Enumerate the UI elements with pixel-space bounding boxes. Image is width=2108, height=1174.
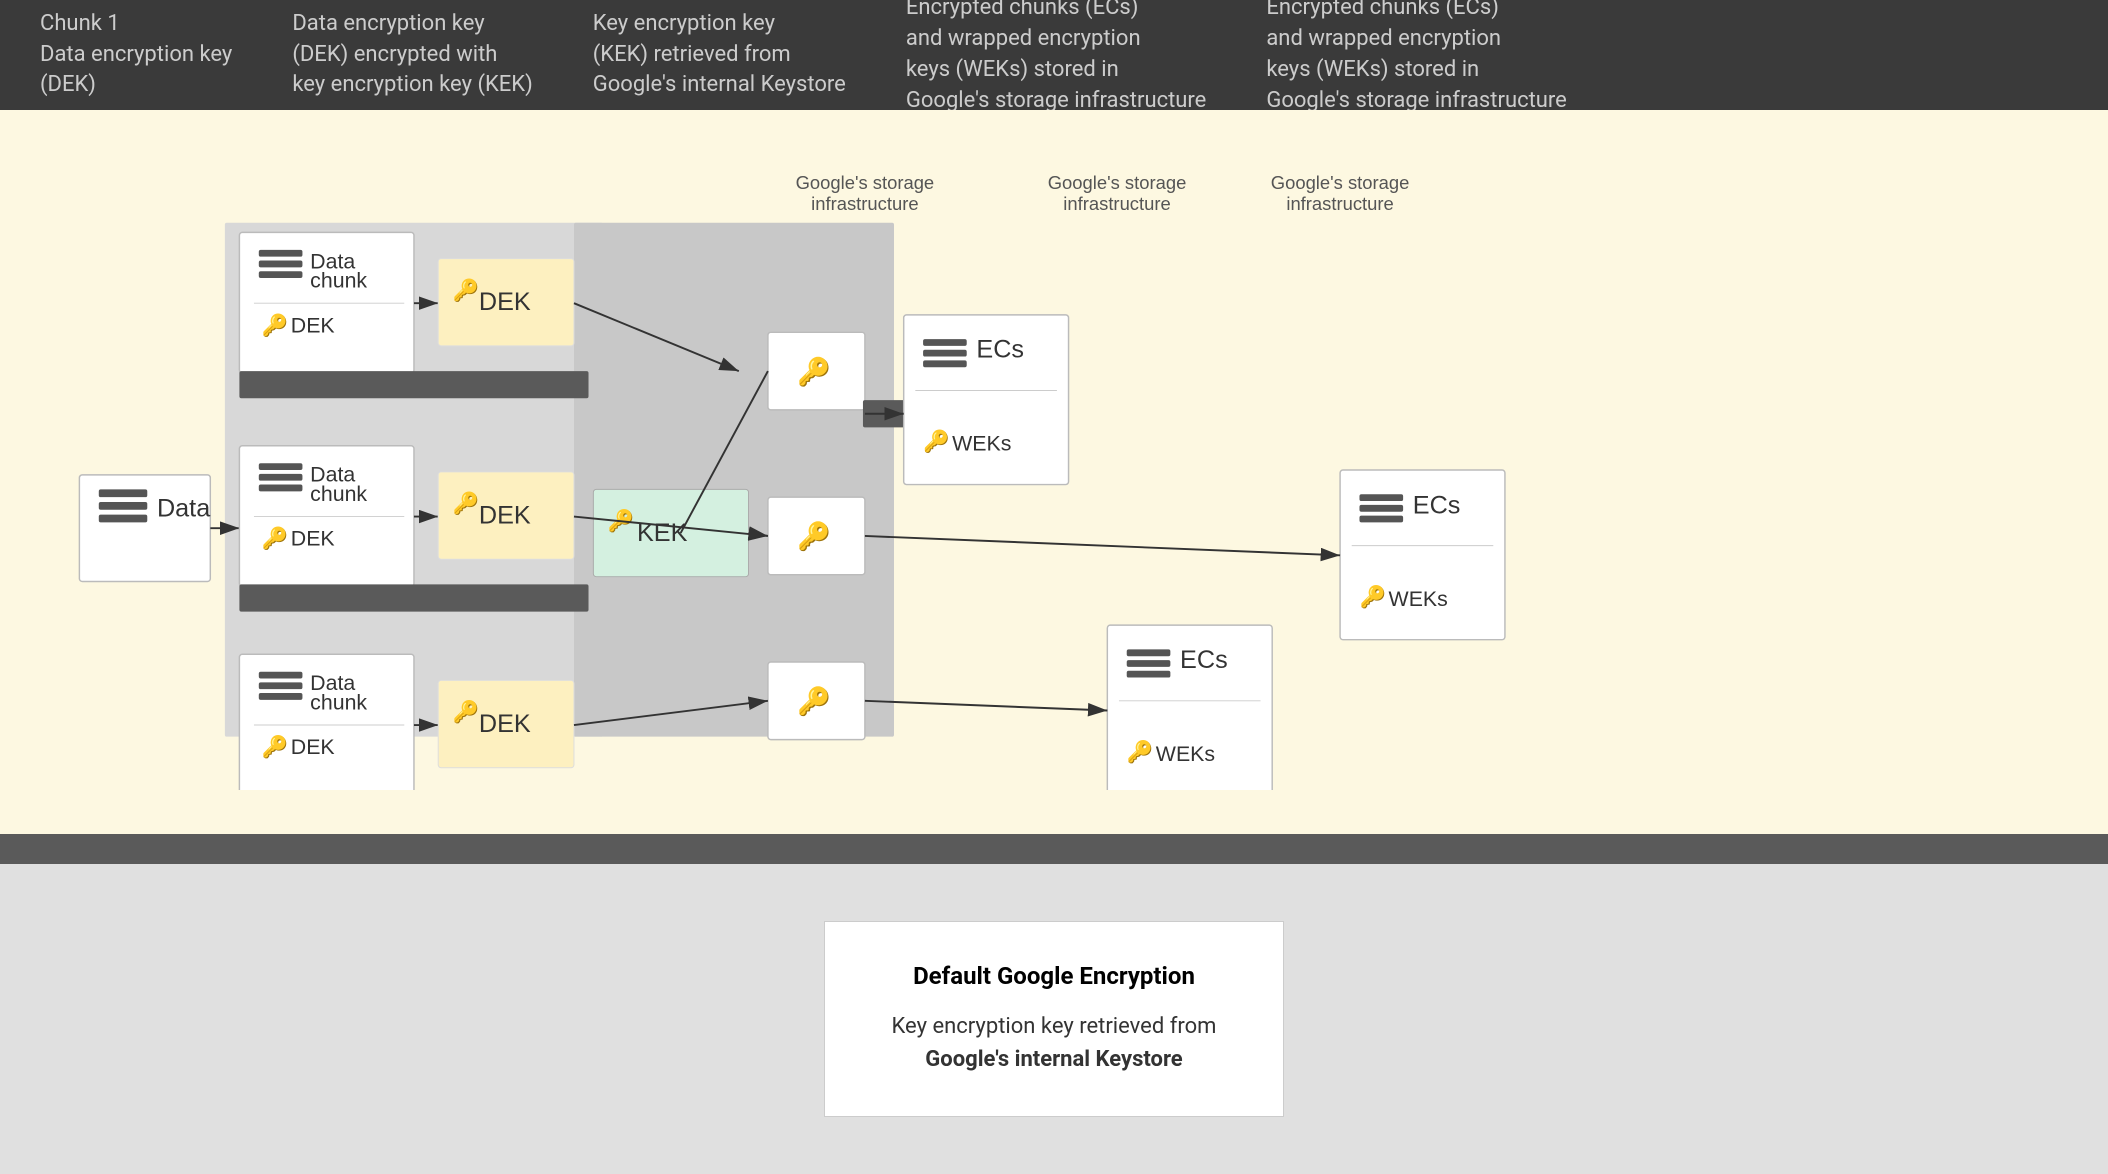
chunk2-icon-1	[259, 463, 303, 470]
weks2-label: WEKs	[1389, 587, 1448, 611]
arrow-key3-to-ecs3	[865, 701, 1107, 711]
arrow-key2-to-ecs2	[865, 536, 1340, 555]
ecs1-label: ECs	[976, 336, 1024, 364]
ecs3-icon-3	[1127, 671, 1171, 678]
chunk1-dek-label: DEK	[291, 313, 335, 337]
ecs2-icon-1	[1359, 494, 1403, 501]
chunk3-icon-1	[259, 672, 303, 679]
bar2	[239, 584, 588, 611]
gsi-label-2b: infrastructure	[1063, 193, 1170, 214]
chunk3-label2: chunk	[310, 691, 367, 715]
ecs1-icon-2	[923, 350, 967, 357]
chunk2-key-icon: 🔑	[262, 526, 289, 552]
data-label: Data	[157, 495, 211, 523]
chunk1-icon-1	[259, 250, 303, 257]
dek3-key-icon: 🔑	[453, 699, 480, 725]
chunk3-icon-2	[259, 682, 303, 689]
dek2-key-icon: 🔑	[453, 491, 480, 517]
chunk3-dek-label: DEK	[291, 735, 335, 759]
weks1-key-icon: 🔑	[923, 429, 950, 455]
chunk2-icon-2	[259, 474, 303, 481]
chunk1-icon-3	[259, 271, 303, 278]
data-icon-1	[99, 489, 147, 497]
gsi-label-3: Google's storage	[1271, 172, 1410, 193]
topbar-section-4: Encrypted chunks (ECs)and wrapped encryp…	[906, 0, 1206, 117]
gsi-label-2: Google's storage	[1048, 172, 1187, 193]
weks3-label: WEKs	[1156, 742, 1215, 766]
chunk2-dek-label: DEK	[291, 527, 335, 551]
kek-bg	[574, 223, 894, 737]
ecs1-icon-3	[923, 360, 967, 367]
ecs2-icon-3	[1359, 516, 1403, 523]
gsi-label-1: Google's storage	[796, 172, 935, 193]
enc-key-icon-3: 🔑	[797, 684, 831, 717]
top-bar: Chunk 1Data encryption key(DEK) Data enc…	[0, 0, 2108, 110]
chunk1-label2: chunk	[310, 269, 367, 293]
legend-box: Default Google Encryption Key encryption…	[824, 921, 1284, 1117]
enc-key-icon-2: 🔑	[797, 520, 831, 553]
chunk3-key-icon: 🔑	[262, 734, 289, 760]
topbar-section-5: Encrypted chunks (ECs)and wrapped encryp…	[1266, 0, 1566, 117]
ecs2-icon-2	[1359, 505, 1403, 512]
ecs3-label: ECs	[1180, 646, 1228, 674]
bottom-bar	[0, 834, 2108, 864]
chunk3-icon-3	[259, 693, 303, 700]
topbar-section-3: Key encryption key(KEK) retrieved fromGo…	[593, 9, 846, 101]
ecs3-icon-1	[1127, 649, 1171, 656]
chunk1-key-icon: 🔑	[262, 312, 289, 338]
legend-area: Default Google Encryption Key encryption…	[0, 864, 2108, 1174]
chunk2-icon-3	[259, 485, 303, 492]
weks3-key-icon: 🔑	[1127, 739, 1154, 765]
weks1-label: WEKs	[952, 432, 1011, 456]
enc-key-icon-1: 🔑	[797, 355, 831, 388]
dek1-key-icon: 🔑	[453, 277, 480, 303]
dek3-label: DEK	[479, 710, 531, 738]
dek2-label: DEK	[479, 501, 531, 529]
weks2-key-icon: 🔑	[1359, 584, 1386, 610]
ecs2-label: ECs	[1413, 492, 1461, 520]
chunk1-icon-2	[259, 261, 303, 268]
legend-keystore: Google's internal Keystore	[925, 1047, 1182, 1072]
data-icon-2	[99, 502, 147, 510]
gsi-label-3b: infrastructure	[1286, 193, 1393, 214]
dek1-label: DEK	[479, 288, 531, 316]
topbar-section-2: Data encryption key(DEK) encrypted withk…	[292, 9, 532, 101]
ecs1-icon-1	[923, 339, 967, 346]
diagram-svg: Google's storage infrastructure Google's…	[60, 150, 2048, 790]
ecs3-icon-2	[1127, 660, 1171, 667]
topbar-section-1: Chunk 1Data encryption key(DEK)	[40, 9, 232, 101]
legend-description: Key encryption key retrieved from Google…	[875, 1010, 1233, 1076]
diagram-area: Google's storage infrastructure Google's…	[0, 110, 2108, 834]
gsi-label-1b: infrastructure	[811, 193, 918, 214]
legend-title: Default Google Encryption	[875, 962, 1233, 990]
chunk2-label2: chunk	[310, 482, 367, 506]
data-icon-3	[99, 515, 147, 523]
bar1-top	[239, 371, 588, 398]
